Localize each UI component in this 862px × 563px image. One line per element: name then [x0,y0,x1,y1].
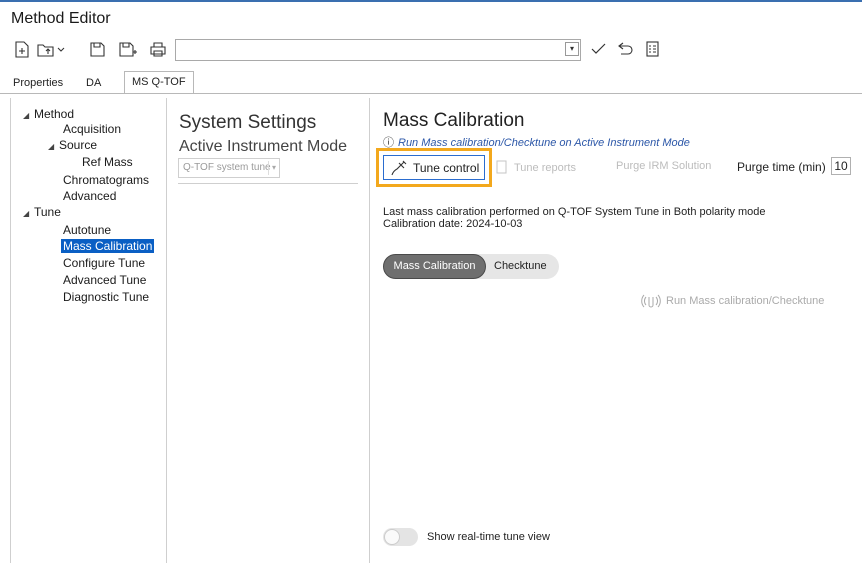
tab-da[interactable]: DA [86,73,101,93]
calibration-date: Calibration date: 2024-10-03 [383,218,523,230]
save-as-icon[interactable] [118,38,138,60]
window-top-border [0,0,862,2]
tune-control-button[interactable]: Tune control [383,155,485,180]
page-title: Mass Calibration [383,110,525,131]
tune-control-label: Tune control [413,160,480,175]
method-tree: ◢ Method Acquisition ◢ Source Ref Mass Chr… [10,98,167,563]
tree-label-tune: Tune [34,205,61,219]
calibration-mode-toggle: Mass Calibration Checktune [383,254,559,279]
segment-checktune[interactable]: Checktune [494,254,547,279]
settings-title: System Settings [179,112,317,133]
segment-mass-calibration[interactable]: Mass Calibration [383,254,486,279]
purge-time-input[interactable]: 10 [831,157,851,175]
save-icon[interactable] [88,38,106,60]
expand-arrow-icon[interactable]: ◢ [23,209,34,218]
toggle-knob [384,529,400,545]
run-signal-icon [641,294,661,308]
tree-item-advanced-tune[interactable]: Advanced Tune [63,273,146,287]
chevron-down-icon[interactable]: ▾ [267,161,276,175]
method-dropdown-arrow[interactable]: ▾ [565,42,579,56]
tree-item-source[interactable]: ◢ Source [48,138,97,152]
instrument-mode-value: Q-TOF system tune [183,162,271,173]
run-calibration-button[interactable]: Run Mass calibration/Checktune [641,294,824,308]
realtime-view-row: Show real-time tune view [383,528,550,546]
tab-properties[interactable]: Properties [13,73,63,93]
tree-item-chromatograms[interactable]: Chromatograms [63,173,149,187]
window-title: Method Editor [11,10,111,27]
tree-item-diagnostic-tune[interactable]: Diagnostic Tune [63,290,149,304]
purge-time-label: Purge time (min) [737,160,826,174]
system-settings-panel: System Settings Active Instrument Mode Q… [167,98,370,563]
tree-item-acquisition[interactable]: Acquisition [63,122,121,136]
tab-divider [0,93,862,94]
tree-item-method[interactable]: ◢ Method [23,107,74,121]
instrument-mode-select[interactable]: Q-TOF system tune ▾ [178,158,280,178]
open-method-icon[interactable] [37,38,67,60]
tree-item-mass-calibration[interactable]: Mass Calibration [61,239,155,253]
new-method-icon[interactable] [13,38,31,60]
checklist-icon[interactable] [644,38,660,60]
last-calibration-text: Last mass calibration performed on Q-TOF… [383,206,766,218]
run-calibration-label: Run Mass calibration/Checktune [666,295,825,307]
tree-item-autotune[interactable]: Autotune [63,223,111,237]
tree-label-method: Method [34,107,75,121]
report-icon [496,160,507,174]
tree-item-ref-mass[interactable]: Ref Mass [82,155,133,169]
mass-calibration-panel: Mass Calibration ⓘ Run Mass calibration/C… [371,98,862,563]
settings-divider [178,183,358,184]
last-calibration-info: Last mass calibration performed on Q-TOF… [383,206,766,230]
purge-irm-button[interactable]: Purge IRM Solution [616,160,711,172]
settings-subtitle: Active Instrument Mode [179,138,348,155]
tune-reports-button[interactable]: Tune reports [496,160,576,174]
undo-icon[interactable] [616,38,634,60]
expand-arrow-icon[interactable]: ◢ [48,142,59,151]
tab-ms-qtof[interactable]: MS Q-TOF [124,71,194,93]
tune-reports-label: Tune reports [514,162,576,174]
realtime-view-toggle[interactable] [383,528,418,546]
tree-label-source: Source [59,138,98,152]
realtime-view-label: Show real-time tune view [427,531,550,543]
toolbar: ▾ [13,38,862,62]
tree-item-configure-tune[interactable]: Configure Tune [63,256,145,270]
tree-item-advanced[interactable]: Advanced [63,189,116,203]
editor-tabs: Properties DA MS Q-TOF [0,71,862,93]
expand-arrow-icon[interactable]: ◢ [23,111,34,120]
tune-control-highlight: Tune control [376,148,492,187]
print-icon[interactable] [149,38,167,60]
check-icon[interactable] [590,38,608,60]
method-path-input[interactable] [175,39,581,61]
tree-item-tune[interactable]: ◢ Tune [23,205,61,219]
tune-control-icon [391,160,407,175]
